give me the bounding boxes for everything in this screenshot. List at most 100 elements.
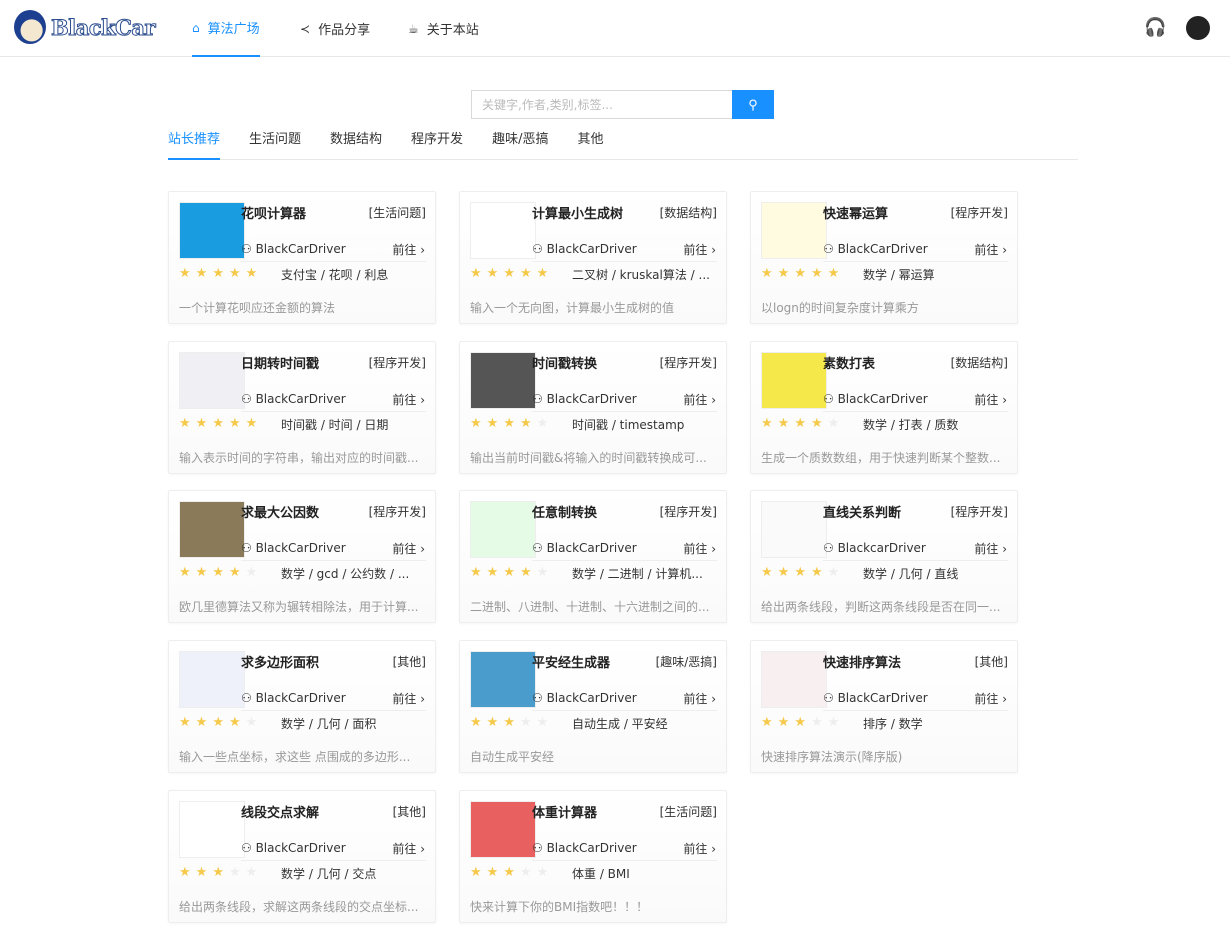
algorithm-card[interactable]: 日期转时间戳 [程序开发] ⚇ BlackCarDriver 前往 › ★★★★… xyxy=(168,340,436,474)
go-label: 前往 xyxy=(974,392,999,407)
nav-label: 算法广场 xyxy=(207,22,260,37)
card-description: 快速排序算法演示(降序版) xyxy=(761,750,903,765)
algorithm-card[interactable]: 花呗计算器 [生活问题] ⚇ BlackCarDriver 前往 › ★★★★★… xyxy=(168,191,436,324)
star-icon: ★ xyxy=(794,266,811,281)
divider xyxy=(241,261,426,262)
card-title[interactable]: 直线关系判断 xyxy=(823,502,901,521)
go-link[interactable]: 前往 › xyxy=(392,690,425,707)
nav-algorithm-square[interactable]: ⌂ 算法广场 xyxy=(192,0,260,57)
card-thumbnail xyxy=(470,651,536,709)
star-icon: ★ xyxy=(486,415,504,431)
tab-3[interactable]: 程序开发 xyxy=(411,124,463,160)
algorithm-card[interactable]: 求最大公因数 [程序开发] ⚇ BlackCarDriver 前往 › ★★★★… xyxy=(168,490,436,624)
card-thumbnail xyxy=(761,351,827,409)
go-link[interactable]: 前往 › xyxy=(974,391,1007,408)
go-link[interactable]: 前往 › xyxy=(974,690,1007,707)
card-description: 二进制、八进制、十进制、十六进制之间的... xyxy=(470,600,710,615)
author-name: BlackCarDriver xyxy=(255,541,346,556)
card-tags: 体重 / BMI xyxy=(572,866,630,881)
go-link[interactable]: 前往 › xyxy=(392,840,425,857)
card-title[interactable]: 线段交点求解 xyxy=(241,802,319,821)
go-link[interactable]: 前往 › xyxy=(392,241,425,258)
card-thumbnail xyxy=(179,202,245,259)
algorithm-card[interactable]: 快速幂运算 [程序开发] ⚇ BlackCarDriver 前往 › ★★★★★… xyxy=(750,191,1018,324)
search-icon: ⚲ xyxy=(748,96,758,112)
card-description: 快来计算下你的BMI指数吧！！！ xyxy=(470,899,649,914)
tab-0[interactable]: 站长推荐 xyxy=(168,124,221,160)
card-description: 自动生成平安经 xyxy=(470,750,555,765)
github-icon[interactable] xyxy=(1186,16,1210,40)
card-tags: 数学 / 幂运算 xyxy=(863,268,935,282)
card-tags: 数学 / 几何 / 交点 xyxy=(281,866,377,881)
algorithm-card[interactable]: 体重计算器 [生活问题] ⚇ BlackCarDriver 前往 › ★★★★★… xyxy=(459,789,727,923)
card-description: 输入一些点坐标，求这些 点围成的多边形... xyxy=(179,750,411,765)
go-link[interactable]: 前往 › xyxy=(683,840,716,857)
card-title[interactable]: 日期转时间戳 xyxy=(241,353,319,372)
card-title[interactable]: 快速排序算法 xyxy=(823,652,901,671)
go-link[interactable]: 前往 › xyxy=(683,690,716,707)
star-icon: ★ xyxy=(179,266,196,281)
card-category: [其他] xyxy=(392,804,426,819)
algorithm-card[interactable]: 快速排序算法 [其他] ⚇ BlackCarDriver 前往 › ★★★★★ … xyxy=(750,640,1018,774)
card-thumbnail xyxy=(761,202,827,259)
algorithm-card[interactable]: 任意制转换 [程序开发] ⚇ BlackCarDriver 前往 › ★★★★★… xyxy=(459,490,727,624)
go-link[interactable]: 前往 › xyxy=(974,540,1007,557)
algorithm-card[interactable]: 计算最小生成树 [数据结构] ⚇ BlackCarDriver 前往 › ★★★… xyxy=(459,191,727,324)
go-link[interactable]: 前往 › xyxy=(683,540,716,557)
card-author: ⚇ BlackCarDriver xyxy=(241,541,346,555)
card-category: [程序开发] xyxy=(368,355,426,370)
go-link[interactable]: 前往 › xyxy=(392,540,425,557)
card-title[interactable]: 快速幂运算 xyxy=(823,203,888,222)
card-author: ⚇ BlackCarDriver xyxy=(823,691,928,705)
card-title[interactable]: 花呗计算器 xyxy=(241,203,306,222)
star-icon: ★ xyxy=(777,565,795,581)
star-icon: ★ xyxy=(212,415,229,431)
star-icon: ★ xyxy=(761,266,778,281)
tab-1[interactable]: 生活问题 xyxy=(249,124,301,160)
search-button[interactable]: ⚲ xyxy=(732,90,774,119)
card-title[interactable]: 任意制转换 xyxy=(532,502,597,521)
card-title[interactable]: 求多边形面积 xyxy=(241,652,319,671)
star-icon: ★ xyxy=(827,266,845,281)
headphones-icon[interactable]: 🎧 xyxy=(1144,17,1166,38)
go-link[interactable]: 前往 › xyxy=(974,241,1007,258)
card-title[interactable]: 求最大公因数 xyxy=(241,502,319,521)
logo[interactable]: BlackCar xyxy=(14,10,156,44)
card-thumbnail xyxy=(470,202,536,259)
star-icon: ★ xyxy=(179,715,196,731)
card-title[interactable]: 体重计算器 xyxy=(532,802,597,821)
algorithm-card[interactable]: 线段交点求解 [其他] ⚇ BlackCarDriver 前往 › ★★★★★ … xyxy=(168,789,436,923)
divider xyxy=(241,859,426,861)
chevron-right-icon: › xyxy=(416,392,425,407)
star-icon: ★ xyxy=(212,864,229,880)
card-title[interactable]: 时间戳转换 xyxy=(532,353,597,372)
algorithm-card[interactable]: 素数打表 [数据结构] ⚇ BlackCarDriver 前往 › ★★★★★ … xyxy=(750,340,1018,474)
go-link[interactable]: 前往 › xyxy=(683,241,716,258)
card-author: ⚇ BlackCarDriver xyxy=(532,841,637,855)
tab-5[interactable]: 其他 xyxy=(577,124,603,160)
search-input[interactable] xyxy=(471,90,732,119)
card-tags: 排序 / 数学 xyxy=(863,717,923,732)
algorithm-card[interactable]: 平安经生成器 [趣味/恶搞] ⚇ BlackCarDriver 前往 › ★★★… xyxy=(459,640,727,774)
card-title[interactable]: 平安经生成器 xyxy=(532,652,610,671)
chevron-right-icon: › xyxy=(998,542,1007,557)
algorithm-card[interactable]: 求多边形面积 [其他] ⚇ BlackCarDriver 前往 › ★★★★★ … xyxy=(168,640,436,774)
card-thumbnail xyxy=(470,351,536,409)
card-title[interactable]: 计算最小生成树 xyxy=(532,203,623,222)
go-link[interactable]: 前往 › xyxy=(683,391,716,408)
go-link[interactable]: 前往 › xyxy=(392,391,425,408)
author-name: BlackCarDriver xyxy=(546,391,637,406)
tab-2[interactable]: 数据结构 xyxy=(330,124,382,160)
card-tags: 二叉树 / kruskal算法 / ... xyxy=(572,268,710,282)
rating-stars: ★★★★★ xyxy=(761,266,844,281)
tab-4[interactable]: 趣味/恶搞 xyxy=(492,124,548,160)
card-description: 输入一个无向图，计算最小生成树的值 xyxy=(470,301,675,315)
rating-stars: ★★★★★ xyxy=(179,715,262,730)
nav-works-share[interactable]: ≺ 作品分享 xyxy=(300,0,370,57)
algorithm-card[interactable]: 时间戳转换 [程序开发] ⚇ BlackCarDriver 前往 › ★★★★★… xyxy=(459,340,727,474)
algorithm-card[interactable]: 直线关系判断 [程序开发] ⚇ BlackcarDriver 前往 › ★★★★… xyxy=(750,490,1018,624)
star-icon: ★ xyxy=(761,415,778,431)
card-title[interactable]: 素数打表 xyxy=(823,353,875,372)
nav-about[interactable]: ☕ 关于本站 xyxy=(408,0,479,57)
star-icon: ★ xyxy=(179,864,196,880)
